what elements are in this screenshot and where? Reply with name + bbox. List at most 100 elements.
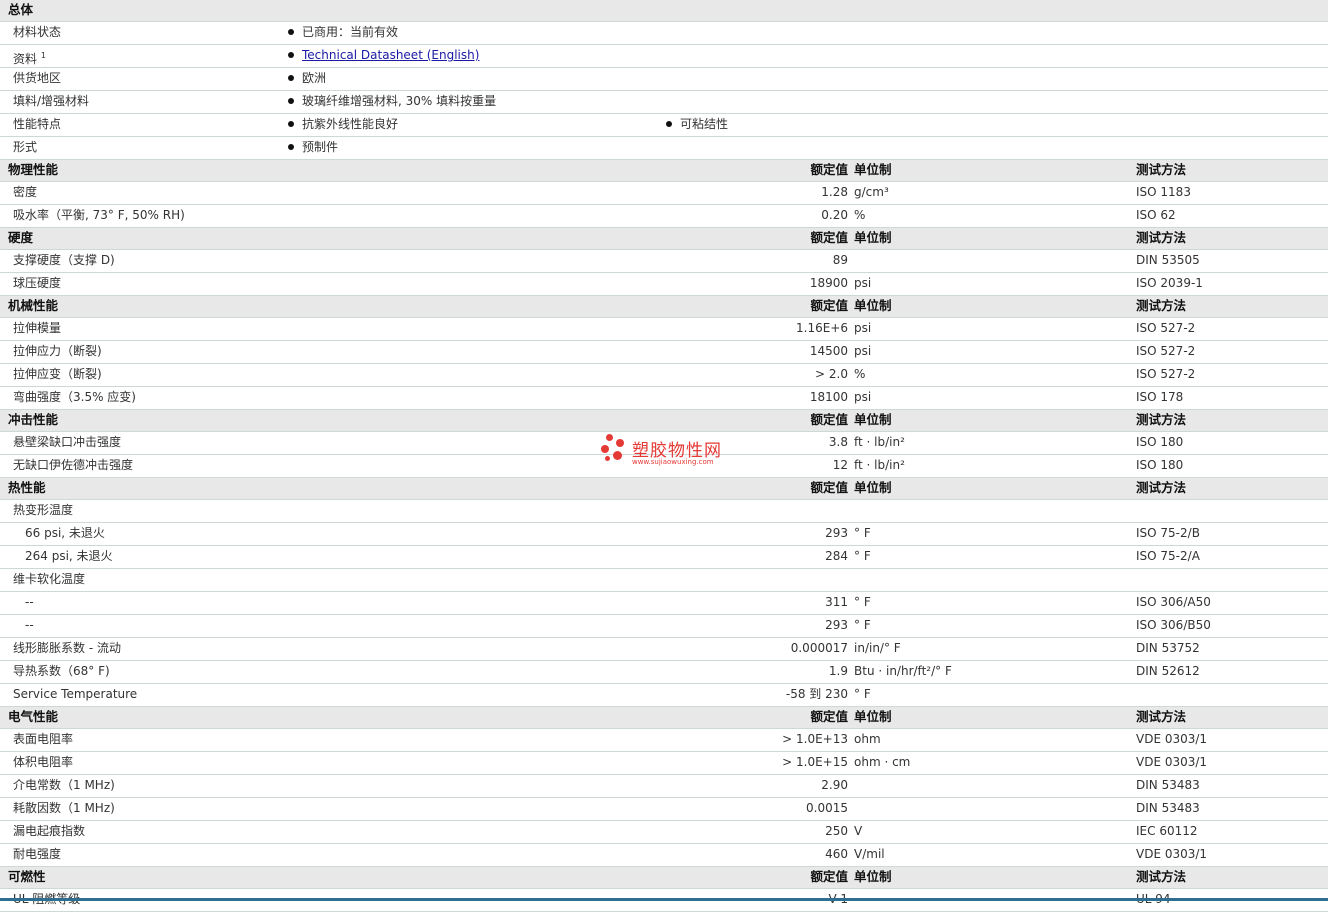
column-header-test: 测试方法 — [1136, 480, 1187, 495]
bullet-text: 玻璃纤维增强材料, 30% 填料按重量 — [302, 94, 497, 108]
section-title: 热性能 — [8, 480, 46, 495]
property-value: 1.28 — [821, 185, 848, 199]
property-row: 导热系数（68° F) 1.9 Btu · in/hr/ft²/° F DIN 526… — [0, 661, 1328, 684]
row-label: 性能特点 — [13, 114, 61, 135]
watermark-url: www.sujiaowuxing.com — [632, 458, 714, 466]
datasheet-link[interactable]: Technical Datasheet (English) — [302, 48, 479, 62]
property-row: 拉伸应力（断裂) 14500 psi ISO 527-2 — [0, 341, 1328, 364]
section-title: 电气性能 — [8, 709, 59, 724]
bullet-text: 预制件 — [302, 140, 339, 154]
property-unit: ° F — [854, 526, 871, 540]
section-header: 冲击性能 额定值 单位制 测试方法 — [0, 410, 1328, 432]
bullet-text: 已商用：当前有效 — [302, 25, 399, 39]
column-header-test: 测试方法 — [1136, 412, 1187, 427]
property-unit: V/mil — [854, 847, 885, 861]
column-header-value: 额定值 — [810, 230, 848, 245]
property-row: 漏电起痕指数 250 V IEC 60112 — [0, 821, 1328, 844]
row-label-text: 资料 — [13, 52, 38, 66]
property-label: 体积电阻率 — [13, 755, 74, 769]
property-test-method: ISO 2039-1 — [1136, 276, 1203, 290]
property-test-method: DIN 53483 — [1136, 778, 1200, 792]
property-label: 无缺口伊佐德冲击强度 — [13, 458, 134, 472]
property-label: 264 psi, 未退火 — [25, 549, 113, 563]
column-header-unit: 单位制 — [854, 162, 892, 177]
property-value: 1.9 — [828, 664, 848, 678]
property-unit: in/in/° F — [854, 641, 901, 655]
property-row: 耗散因数（1 MHz) 0.0015 DIN 53483 — [0, 798, 1328, 821]
property-unit: % — [854, 208, 866, 222]
property-value: 284 — [825, 549, 848, 563]
property-label: 拉伸应变（断裂) — [13, 367, 102, 381]
section-header: 物理性能 额定值 单位制 测试方法 — [0, 160, 1328, 182]
bullet-text: 抗紫外线性能良好 — [302, 117, 399, 131]
row-label-text: 形式 — [13, 140, 38, 154]
column-header-value: 额定值 — [810, 412, 848, 427]
property-label: 漏电起痕指数 — [13, 824, 86, 838]
property-value: 3.8 — [828, 435, 848, 449]
column-header-unit: 单位制 — [854, 869, 892, 884]
property-label: 弯曲强度（3.5% 应变) — [13, 390, 136, 404]
property-test-method: VDE 0303/1 — [1136, 755, 1208, 769]
property-label: 线形膨胀系数 - 流动 — [13, 641, 121, 655]
row-label: 资料 1 — [13, 45, 46, 70]
property-unit: Btu · in/hr/ft²/° F — [854, 664, 952, 678]
section-title: 可燃性 — [8, 869, 46, 884]
property-test-method: ISO 306/B50 — [1136, 618, 1211, 632]
general-row: 性能特点 抗紫外线性能良好 可粘结性 — [0, 114, 1328, 137]
section-header: 电气性能 额定值 单位制 测试方法 — [0, 707, 1328, 729]
property-value: 1.16E+6 — [796, 321, 848, 335]
row-label-text: 性能特点 — [13, 117, 62, 131]
row-label: 材料状态 — [13, 22, 61, 43]
property-row: 拉伸应变（断裂) > 2.0% ISO 527-2 — [0, 364, 1328, 387]
section-header: 热性能 额定值 单位制 测试方法 — [0, 478, 1328, 500]
section-title: 硬度 — [8, 230, 34, 245]
column-header-test: 测试方法 — [1136, 230, 1187, 245]
property-label: 拉伸模量 — [13, 321, 62, 335]
property-test-method: VDE 0303/1 — [1136, 732, 1208, 746]
section-header-general: 总体 — [0, 0, 1328, 22]
property-value: 293 — [825, 618, 848, 632]
property-row: Service Temperature -58 到 230 ° F — [0, 684, 1328, 707]
property-label: 支撑硬度（支撑 D) — [13, 253, 115, 267]
property-test-method: DIN 53483 — [1136, 801, 1200, 815]
property-row: 耐电强度 460 V/mil VDE 0303/1 — [0, 844, 1328, 867]
property-value: 0.000017 — [790, 641, 848, 655]
property-test-method: ISO 527-2 — [1136, 321, 1196, 335]
property-label: 表面电阻率 — [13, 732, 74, 746]
property-value: 311 — [825, 595, 848, 609]
section-title: 物理性能 — [8, 162, 59, 177]
column-header-unit: 单位制 — [854, 480, 892, 495]
column-header-unit: 单位制 — [854, 709, 892, 724]
property-unit: ° F — [854, 687, 871, 701]
property-unit: % — [854, 367, 866, 381]
bullet-value: 欧洲 — [288, 68, 326, 89]
property-unit: psi — [854, 344, 872, 358]
bullet-value: 可粘结性 — [666, 114, 728, 135]
property-test-method: ISO 306/A50 — [1136, 595, 1211, 609]
column-header-value: 额定值 — [810, 709, 848, 724]
property-test-method: ISO 75-2/B — [1136, 526, 1200, 540]
row-label-text: 填料/增强材料 — [13, 94, 90, 108]
property-test-method: DIN 53505 — [1136, 253, 1200, 267]
property-test-method: ISO 527-2 — [1136, 367, 1196, 381]
bullet-icon — [288, 75, 294, 81]
general-row: 材料状态 已商用：当前有效 — [0, 22, 1328, 45]
property-value: 14500 — [809, 344, 848, 358]
row-label-text: 供货地区 — [13, 71, 62, 85]
column-header-unit: 单位制 — [854, 298, 892, 313]
property-unit: g/cm³ — [854, 185, 889, 199]
property-row: 表面电阻率 > 1.0E+13 ohm VDE 0303/1 — [0, 729, 1328, 752]
column-header-test: 测试方法 — [1136, 869, 1187, 884]
property-unit: ohm · cm — [854, 755, 911, 769]
property-value: 18900 — [809, 276, 848, 290]
property-test-method: ISO 180 — [1136, 458, 1184, 472]
bullet-icon — [288, 29, 294, 35]
property-label: 热变形温度 — [13, 503, 74, 517]
property-value: -58 到 230 — [785, 687, 848, 701]
property-test-method: ISO 62 — [1136, 208, 1176, 222]
general-row: 供货地区 欧洲 — [0, 68, 1328, 91]
property-row: 线形膨胀系数 - 流动 0.000017 in/in/° F DIN 53752 — [0, 638, 1328, 661]
property-label: 密度 — [13, 185, 38, 199]
property-row: -- 293 ° F ISO 306/B50 — [0, 615, 1328, 638]
property-label: -- — [25, 618, 34, 632]
